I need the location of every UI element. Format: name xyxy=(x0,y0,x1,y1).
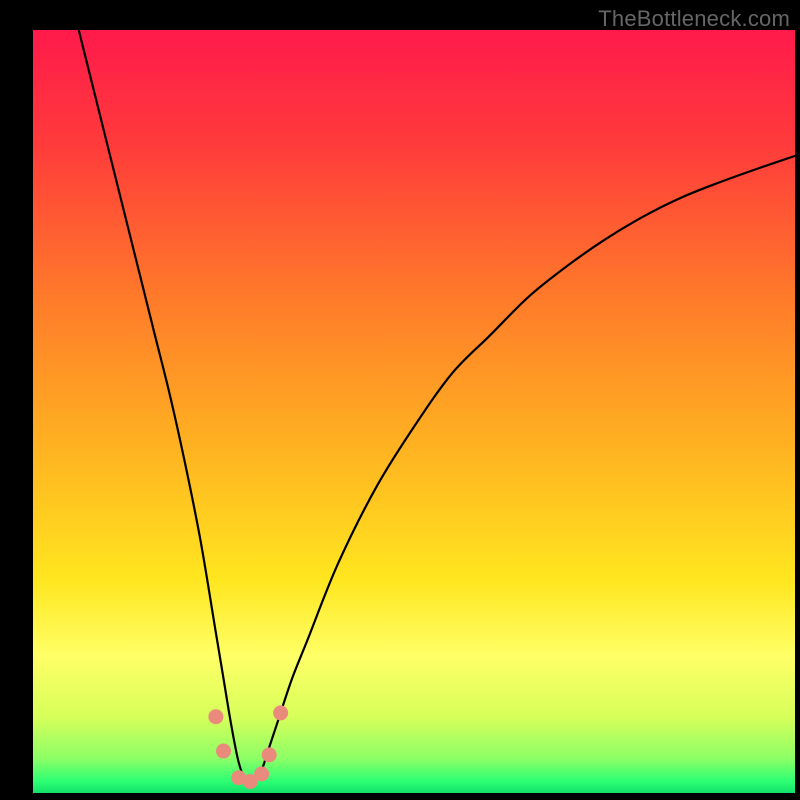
chart-frame: TheBottleneck.com xyxy=(0,0,800,800)
bottleneck-chart xyxy=(0,0,800,800)
trough-marker xyxy=(273,705,288,720)
watermark-text: TheBottleneck.com xyxy=(598,6,790,32)
trough-marker xyxy=(216,744,231,759)
gradient-background xyxy=(33,30,795,793)
trough-marker xyxy=(254,766,269,781)
trough-marker xyxy=(262,747,277,762)
trough-marker xyxy=(208,709,223,724)
